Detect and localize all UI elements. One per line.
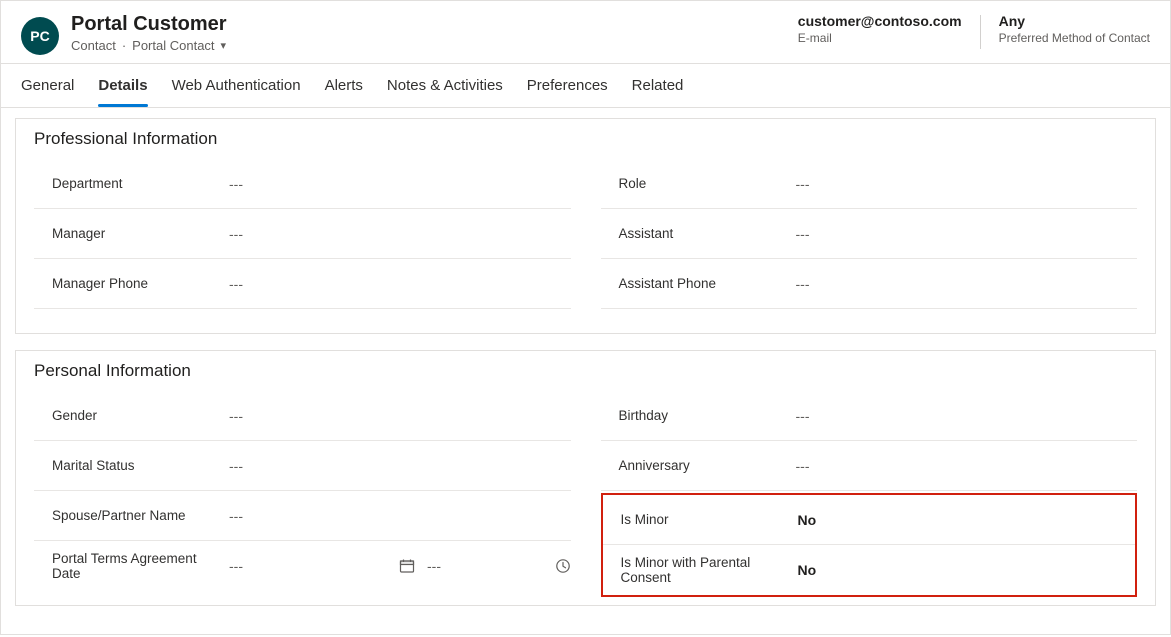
field-is-minor-parental-consent[interactable]: Is Minor with Parental Consent No — [603, 545, 1136, 595]
section-title-personal: Personal Information — [34, 361, 1137, 381]
header-contact-label: Preferred Method of Contact — [999, 31, 1150, 45]
section-personal-information: Personal Information Gender --- Marital … — [15, 350, 1156, 606]
tab-related[interactable]: Related — [632, 64, 684, 107]
value-birthday: --- — [796, 408, 1138, 424]
page-title: Portal Customer — [71, 13, 227, 36]
label-portal-terms: Portal Terms Agreement Date — [52, 551, 217, 581]
header-field-email[interactable]: customer@contoso.com E-mail — [798, 13, 962, 45]
clock-icon[interactable] — [555, 558, 571, 574]
tab-list: General Details Web Authentication Alert… — [1, 64, 1170, 108]
field-manager-phone[interactable]: Manager Phone --- — [34, 259, 571, 309]
section-professional-information: Professional Information Department --- … — [15, 118, 1156, 334]
value-department: --- — [229, 176, 571, 192]
field-role[interactable]: Role --- — [601, 159, 1138, 209]
field-birthday[interactable]: Birthday --- — [601, 391, 1138, 441]
value-role: --- — [796, 176, 1138, 192]
section-title-professional: Professional Information — [34, 129, 1137, 149]
field-assistant-phone[interactable]: Assistant Phone --- — [601, 259, 1138, 309]
chevron-down-icon: ▾ — [221, 39, 227, 52]
field-portal-terms-date[interactable]: Portal Terms Agreement Date --- --- — [34, 541, 571, 591]
field-gender[interactable]: Gender --- — [34, 391, 571, 441]
field-spouse-partner-name[interactable]: Spouse/Partner Name --- — [34, 491, 571, 541]
field-anniversary[interactable]: Anniversary --- — [601, 441, 1138, 491]
form-name-label: Portal Contact — [132, 38, 214, 53]
field-assistant[interactable]: Assistant --- — [601, 209, 1138, 259]
form-header: PC Portal Customer Contact · Portal Cont… — [1, 1, 1170, 64]
label-anniversary: Anniversary — [619, 458, 784, 473]
value-assistant-phone: --- — [796, 276, 1138, 292]
value-is-minor-parental: No — [798, 562, 1136, 578]
header-field-contact-method[interactable]: Any Preferred Method of Contact — [999, 13, 1150, 45]
field-department[interactable]: Department --- — [34, 159, 571, 209]
value-portal-terms-time: --- — [427, 558, 543, 574]
field-is-minor[interactable]: Is Minor No — [603, 495, 1136, 545]
value-assistant: --- — [796, 226, 1138, 242]
label-gender: Gender — [52, 408, 217, 423]
value-is-minor: No — [798, 512, 1136, 528]
tab-preferences[interactable]: Preferences — [527, 64, 608, 107]
divider — [980, 15, 981, 49]
header-email-value: customer@contoso.com — [798, 13, 962, 29]
tab-notes-activities[interactable]: Notes & Activities — [387, 64, 503, 107]
value-manager-phone: --- — [229, 276, 571, 292]
label-marital-status: Marital Status — [52, 458, 217, 473]
value-spouse: --- — [229, 508, 571, 524]
value-anniversary: --- — [796, 458, 1138, 474]
label-assistant-phone: Assistant Phone — [619, 276, 784, 291]
highlight-minor-fields: Is Minor No Is Minor with Parental Conse… — [601, 493, 1138, 597]
calendar-icon[interactable] — [399, 558, 415, 574]
form-body: Professional Information Department --- … — [1, 108, 1170, 634]
label-role: Role — [619, 176, 784, 191]
form-selector[interactable]: Contact · Portal Contact ▾ — [71, 38, 227, 53]
header-email-label: E-mail — [798, 31, 962, 45]
field-manager[interactable]: Manager --- — [34, 209, 571, 259]
label-assistant: Assistant — [619, 226, 784, 241]
avatar: PC — [21, 17, 59, 55]
value-manager: --- — [229, 226, 571, 242]
label-is-minor: Is Minor — [621, 512, 786, 527]
label-manager: Manager — [52, 226, 217, 241]
label-spouse: Spouse/Partner Name — [52, 508, 217, 523]
label-is-minor-parental: Is Minor with Parental Consent — [621, 555, 786, 585]
header-contact-value: Any — [999, 13, 1150, 29]
label-birthday: Birthday — [619, 408, 784, 423]
label-department: Department — [52, 176, 217, 191]
tab-alerts[interactable]: Alerts — [325, 64, 363, 107]
value-gender: --- — [229, 408, 571, 424]
field-marital-status[interactable]: Marital Status --- — [34, 441, 571, 491]
value-portal-terms-date: --- — [229, 558, 399, 574]
tab-web-authentication[interactable]: Web Authentication — [172, 64, 301, 107]
tab-general[interactable]: General — [21, 64, 74, 107]
tab-details[interactable]: Details — [98, 64, 147, 107]
value-marital-status: --- — [229, 458, 571, 474]
label-manager-phone: Manager Phone — [52, 276, 217, 291]
entity-type-label: Contact — [71, 38, 116, 53]
